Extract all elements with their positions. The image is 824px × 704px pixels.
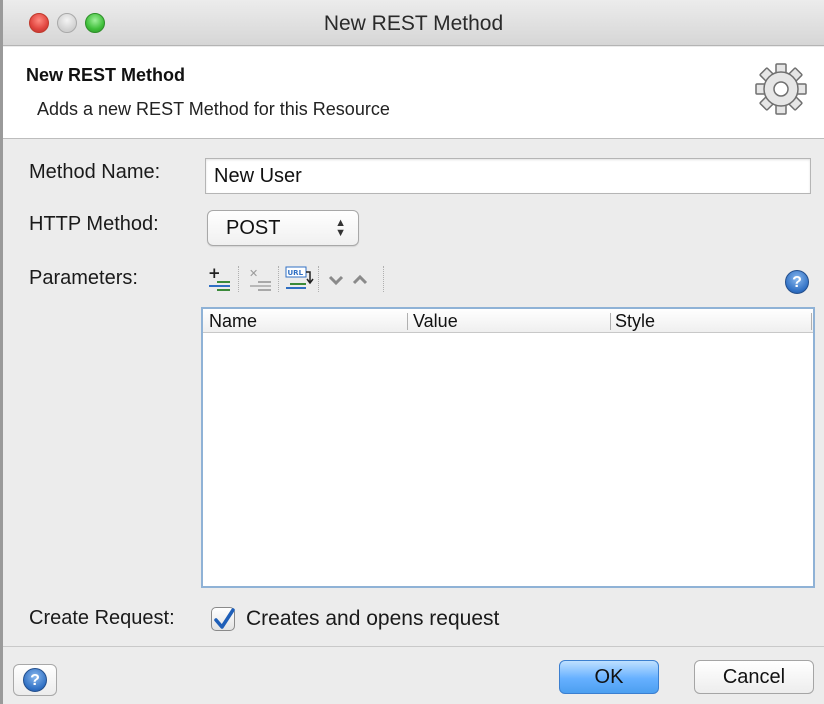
parameters-label: Parameters: — [29, 267, 138, 289]
column-header-value[interactable]: Value — [413, 311, 458, 332]
method-name-label: Method Name: — [29, 161, 161, 183]
dialog-window: New REST Method New REST Method Adds a n… — [0, 0, 824, 704]
http-method-label: HTTP Method: — [29, 213, 159, 235]
column-header-name[interactable]: Name — [209, 311, 257, 332]
http-method-select[interactable]: POST ▲ ▼ — [207, 210, 359, 246]
checkmark-icon — [214, 608, 235, 629]
add-parameter-icon[interactable]: + — [205, 264, 233, 294]
toolbar-separator — [318, 266, 319, 292]
toolbar-separator — [278, 266, 279, 292]
create-request-checkbox-label[interactable]: Creates and opens request — [246, 607, 499, 631]
title-bar[interactable]: New REST Method — [3, 0, 824, 46]
column-divider[interactable] — [811, 313, 812, 330]
column-header-style[interactable]: Style — [615, 311, 655, 332]
select-arrows-icon: ▲ ▼ — [335, 217, 346, 239]
toolbar-separator — [238, 266, 239, 292]
url-glyph-text: URL — [288, 269, 304, 277]
table-header: Name Value Style — [203, 309, 813, 333]
window-title: New REST Method — [323, 12, 504, 35]
header-description: Adds a new REST Method for this Resource — [37, 99, 390, 119]
dialog-header: New REST Method Adds a new REST Method f… — [3, 47, 824, 139]
extract-url-parameters-icon[interactable]: URL — [284, 264, 314, 294]
header-title: New REST Method — [26, 65, 186, 85]
help-icon: ? — [23, 668, 47, 692]
move-down-icon[interactable] — [325, 264, 347, 294]
create-request-label: Create Request: — [29, 607, 175, 629]
gear-icon — [755, 63, 807, 115]
help-button[interactable]: ? — [13, 664, 57, 696]
svg-text:✕: ✕ — [249, 267, 258, 280]
column-divider[interactable] — [407, 313, 408, 330]
cancel-button[interactable]: Cancel — [694, 660, 814, 694]
help-icon[interactable]: ? — [785, 270, 809, 294]
parameters-table[interactable]: Name Value Style — [201, 307, 815, 588]
ok-button[interactable]: OK — [559, 660, 659, 694]
move-up-icon[interactable] — [349, 264, 371, 294]
create-request-checkbox[interactable] — [211, 607, 235, 631]
http-method-value: POST — [226, 217, 281, 239]
toolbar-separator — [383, 266, 384, 292]
svg-text:+: + — [208, 264, 221, 282]
method-name-input[interactable] — [205, 158, 811, 194]
remove-parameter-icon[interactable]: ✕ — [246, 264, 274, 294]
column-divider[interactable] — [610, 313, 611, 330]
